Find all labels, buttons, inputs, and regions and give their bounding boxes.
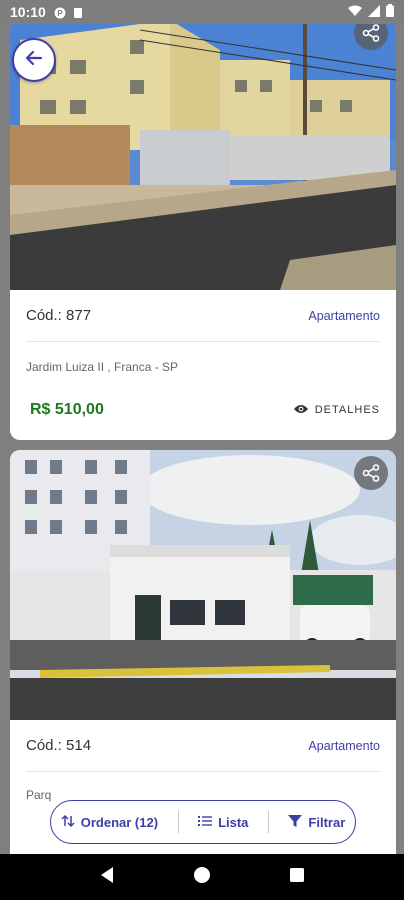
- back-button[interactable]: [12, 38, 56, 82]
- sort-label: Ordenar (12): [80, 814, 159, 830]
- listing-code: Cód.: 514: [26, 737, 92, 754]
- clipboard-icon: [72, 6, 84, 18]
- listing-code: Cód.: 877: [26, 307, 92, 324]
- share-button[interactable]: [354, 456, 388, 490]
- notification-icon: P: [54, 6, 66, 19]
- listing-photo[interactable]: [10, 450, 396, 720]
- back-arrow-icon: [24, 48, 44, 73]
- eye-icon: [293, 403, 309, 418]
- status-bar: 10:10 P: [0, 0, 404, 24]
- signal-icon: [368, 4, 380, 20]
- filter-icon: [288, 814, 303, 831]
- nav-recents-icon[interactable]: [289, 867, 305, 888]
- filter-label: Filtrar: [308, 814, 346, 830]
- listing-address: Jardim Luiza II , Franca - SP: [26, 360, 179, 374]
- share-icon: [362, 464, 380, 482]
- listing-photo[interactable]: [10, 24, 396, 290]
- list-label: Lista: [218, 814, 249, 830]
- sort-button[interactable]: Ordenar (12): [61, 814, 158, 831]
- nav-home-icon[interactable]: [193, 866, 211, 889]
- sort-icon: [61, 814, 75, 831]
- wifi-icon: [348, 4, 362, 20]
- list-icon: [198, 815, 213, 830]
- listing-address: Parq: [26, 788, 52, 802]
- sort-list-filter-bar: Ordenar (12) Lista Filtrar: [50, 800, 356, 844]
- listing-feed[interactable]: Cód.: 877 Apartamento Jardim Luiza II , …: [0, 24, 404, 854]
- listing-card[interactable]: Cód.: 514 Apartamento Parq: [10, 450, 396, 854]
- share-icon: [362, 24, 380, 42]
- details-label: DETALHES: [314, 404, 380, 416]
- listing-card[interactable]: Cód.: 877 Apartamento Jardim Luiza II , …: [10, 24, 396, 440]
- listing-type: Apartamento: [308, 738, 380, 753]
- battery-icon: [386, 4, 394, 20]
- nav-back-icon[interactable]: [99, 866, 115, 889]
- status-time: 10:10: [10, 4, 46, 20]
- details-button[interactable]: DETALHES: [293, 403, 380, 418]
- listing-price: R$ 510,00: [30, 401, 104, 418]
- svg-text:P: P: [57, 9, 63, 18]
- listing-type: Apartamento: [308, 308, 380, 323]
- filter-button[interactable]: Filtrar: [288, 814, 345, 831]
- divider: [177, 811, 179, 833]
- system-nav-bar: [0, 854, 404, 900]
- list-view-button[interactable]: Lista: [198, 815, 248, 830]
- divider: [267, 811, 269, 833]
